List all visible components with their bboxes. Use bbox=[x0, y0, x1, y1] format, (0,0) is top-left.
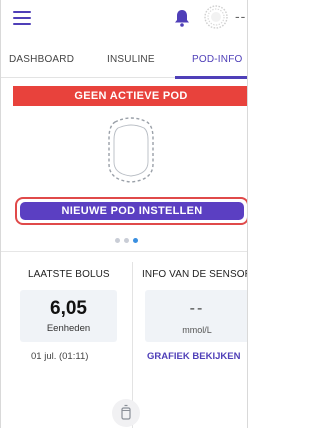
tab-insuline[interactable]: INSULINE bbox=[107, 54, 155, 65]
last-bolus-time: 01 jul. (01:11) bbox=[31, 351, 89, 362]
no-active-pod-banner: GEEN ACTIEVE POD bbox=[13, 86, 247, 106]
divider bbox=[1, 251, 247, 252]
pod-icon[interactable] bbox=[111, 398, 141, 428]
app-bar: -- bbox=[1, 0, 247, 42]
setup-new-pod-label: NIEUWE POD INSTELLEN bbox=[20, 202, 244, 220]
pager-dot[interactable] bbox=[115, 238, 120, 243]
active-tab-indicator bbox=[175, 76, 247, 79]
app-screen: -- DASHBOARD INSULINE POD-INFO GEEN ACTI… bbox=[0, 0, 248, 428]
pod-status-card: GEEN ACTIEVE POD NIEUWE POD INSTELLEN bbox=[13, 86, 247, 230]
pager-dot[interactable] bbox=[124, 238, 129, 243]
pager-dot-active[interactable] bbox=[133, 238, 138, 243]
tab-pod-info[interactable]: POD-INFO bbox=[192, 54, 243, 65]
bell-icon[interactable] bbox=[173, 8, 191, 28]
sensor-value: -- bbox=[189, 300, 205, 317]
sensor-value-box: -- mmol/L bbox=[145, 290, 247, 342]
hamburger-menu-icon[interactable] bbox=[13, 10, 35, 26]
last-bolus-box: 6,05 Eenheden bbox=[20, 290, 117, 342]
sensor-info-title: INFO VAN DE SENSOR bbox=[142, 269, 248, 280]
view-graph-link[interactable]: GRAFIEK BEKIJKEN bbox=[147, 351, 240, 362]
overflow-indicator: -- bbox=[235, 8, 247, 24]
sensor-unit: mmol/L bbox=[182, 325, 212, 335]
pod-outline-icon bbox=[108, 117, 154, 183]
last-bolus-value: 6,05 bbox=[50, 298, 87, 319]
tab-bar: DASHBOARD INSULINE POD-INFO bbox=[1, 42, 247, 79]
last-bolus-unit: Eenheden bbox=[46, 323, 91, 334]
tab-dashboard[interactable]: DASHBOARD bbox=[9, 54, 74, 65]
setup-new-pod-button[interactable]: NIEUWE POD INSTELLEN bbox=[15, 197, 247, 225]
last-bolus-title: LAATSTE BOLUS bbox=[28, 269, 110, 280]
status-ring-icon[interactable] bbox=[203, 4, 229, 30]
